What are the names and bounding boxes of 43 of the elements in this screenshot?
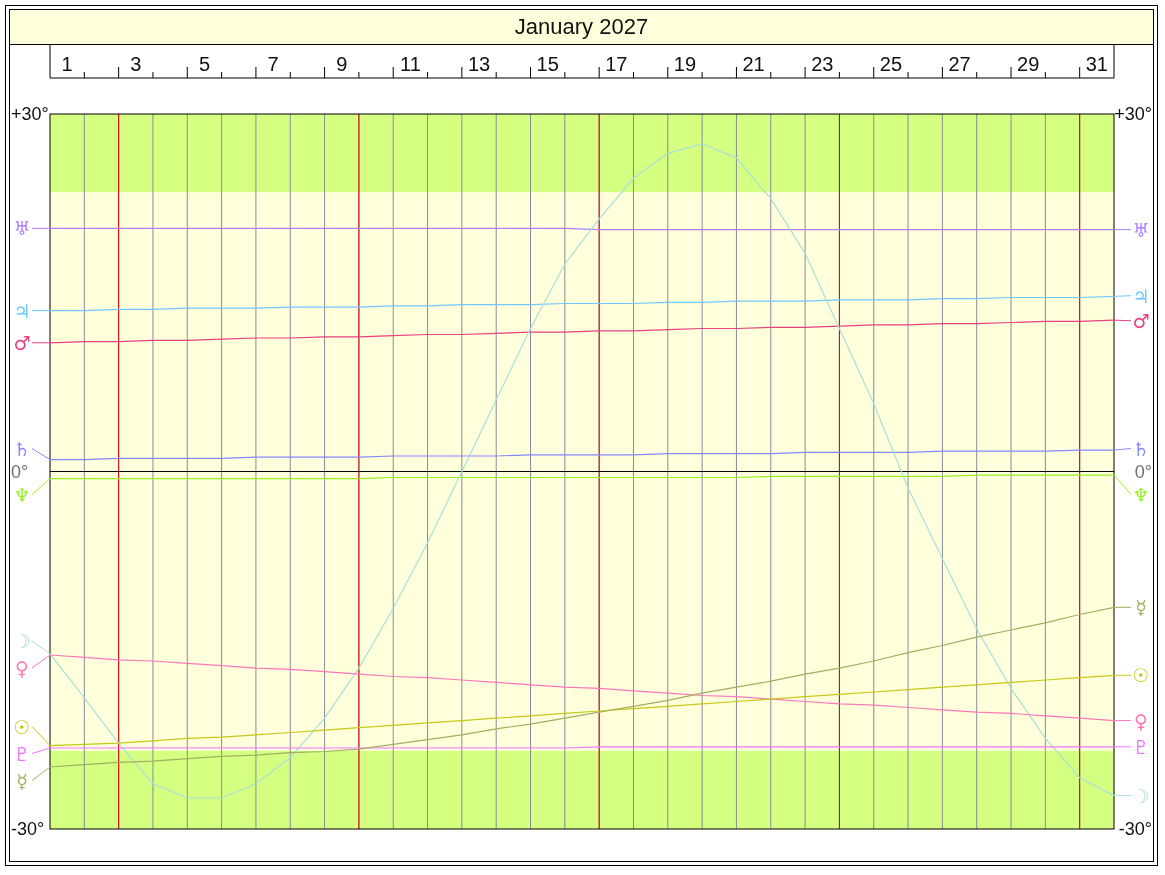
axis-label: 0° — [1134, 461, 1152, 482]
planet-glyph: ♇ — [13, 742, 31, 765]
planet-glyph: ☿ — [1135, 596, 1147, 619]
day-label: 11 — [400, 53, 421, 75]
planet-glyph: ♇ — [1132, 735, 1150, 758]
axis-label: -30° — [1118, 819, 1152, 839]
day-label: 13 — [467, 53, 491, 75]
chart-title: January 2027 — [514, 14, 649, 40]
day-label: 7 — [267, 53, 279, 75]
day-label: 9 — [336, 53, 348, 75]
planet-glyph: ☿ — [16, 769, 28, 792]
planet-glyph: ♂ — [1132, 309, 1150, 332]
planet-glyph: ♀ — [15, 656, 29, 679]
axis-label: +30° — [11, 104, 49, 124]
planet-glyph: ☉ — [1132, 664, 1150, 687]
day-label: 25 — [879, 53, 903, 75]
planet-glyph: ♃ — [13, 299, 31, 322]
axis-label: 0° — [11, 461, 29, 482]
day-label: 29 — [1017, 53, 1040, 75]
planet-glyph: ♂ — [13, 331, 31, 354]
day-label: 23 — [811, 53, 834, 75]
axis-label: -30° — [11, 819, 45, 839]
planet-glyph: ♆ — [13, 483, 31, 506]
day-label: 21 — [742, 53, 765, 75]
planet-glyph: ♆ — [1132, 483, 1150, 506]
day-label: 1 — [61, 53, 73, 75]
planet-glyph: ♅ — [1132, 218, 1150, 241]
day-label: 31 — [1085, 53, 1108, 75]
planet-glyph: ♄ — [13, 437, 31, 460]
axis-label: +30° — [1114, 104, 1152, 124]
planet-glyph: ♅ — [13, 217, 31, 240]
planet-glyph: ♄ — [1132, 437, 1150, 460]
day-label: 19 — [673, 53, 697, 75]
planet-glyph: ♀ — [1134, 709, 1148, 732]
day-label: 5 — [198, 53, 210, 75]
day-label: 3 — [130, 53, 142, 75]
planet-glyph: ☽ — [13, 629, 31, 652]
day-label: 27 — [948, 53, 971, 75]
planet-glyph: ☉ — [13, 715, 31, 738]
planet-glyph: ☽ — [1132, 784, 1150, 807]
planet-glyph: ♃ — [1132, 284, 1150, 307]
day-label: 17 — [605, 53, 628, 75]
day-label: 15 — [536, 53, 559, 75]
